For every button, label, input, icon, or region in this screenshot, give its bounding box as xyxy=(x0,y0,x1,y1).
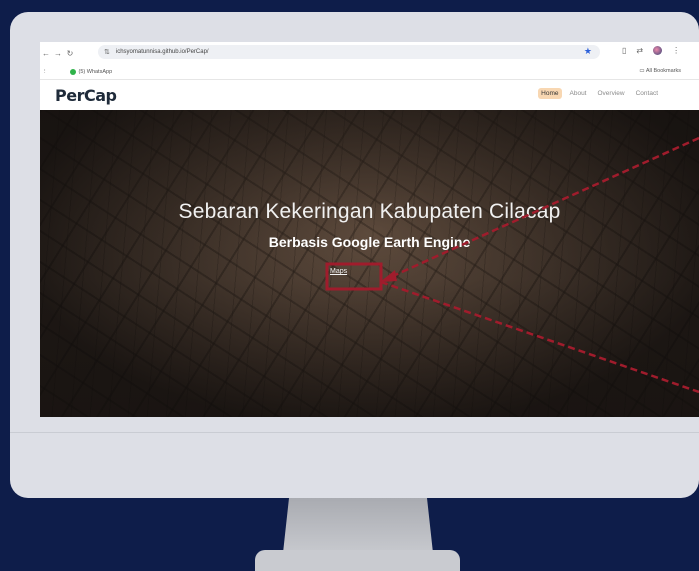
whatsapp-icon xyxy=(69,68,76,75)
browser-toolbar: ← → ↻ ⇅ ichsyomatunnisa.github.io/PerCap… xyxy=(40,42,699,64)
hero-subtitle: Berbasis Google Earth Engine xyxy=(268,234,471,250)
address-bar[interactable]: ⇅ ichsyomatunnisa.github.io/PerCap/ ★ xyxy=(98,45,600,59)
menu-kebab-icon[interactable]: ⋮ xyxy=(672,46,680,55)
forward-arrow-icon[interactable]: → xyxy=(52,49,64,58)
hero-banner: Sebaran Kekeringan Kabupaten Cilacap Ber… xyxy=(40,110,699,417)
monitor-stand xyxy=(283,498,433,553)
site-menu: Home About Overview Contact xyxy=(538,88,661,99)
folder-icon: ▭ xyxy=(639,68,645,74)
monitor-base xyxy=(255,550,460,571)
all-bookmarks-button[interactable]: ▭ All Bookmarks xyxy=(639,68,681,74)
hero-title: Sebaran Kekeringan Kabupaten Cilacap xyxy=(178,200,561,223)
site-navbar: PerCap Home About Overview Contact xyxy=(40,80,699,110)
nav-overview[interactable]: Overview xyxy=(595,88,628,99)
back-arrow-icon[interactable]: ← xyxy=(40,49,52,58)
site-logo[interactable]: PerCap xyxy=(55,86,117,105)
url-text: ichsyomatunnisa.github.io/PerCap/ xyxy=(115,49,209,55)
bookmark-star-icon[interactable]: ★ xyxy=(584,46,592,57)
browser-window: ← → ↻ ⇅ ichsyomatunnisa.github.io/PerCap… xyxy=(40,42,699,417)
extensions-icon[interactable]: ▯ xyxy=(622,46,626,55)
bezel-divider xyxy=(10,432,699,433)
maps-link[interactable]: Maps xyxy=(330,268,347,275)
nav-home[interactable]: Home xyxy=(538,88,562,99)
bookmark-whatsapp[interactable]: (5) WhatsApp xyxy=(79,69,113,75)
nav-contact[interactable]: Contact xyxy=(633,88,661,99)
monitor-frame: ← → ↻ ⇅ ichsyomatunnisa.github.io/PerCap… xyxy=(10,12,699,498)
toolbar-actions: ▯ ⇄ ⋮ xyxy=(622,46,680,55)
profile-avatar-icon[interactable] xyxy=(653,46,663,55)
bookmarks-bar: ⋮ (5) WhatsApp ▭ All Bookmarks xyxy=(40,64,699,80)
site-info-icon[interactable]: ⇅ xyxy=(104,48,110,56)
nav-about[interactable]: About xyxy=(567,88,590,99)
reload-icon[interactable]: ↻ xyxy=(64,49,76,58)
translate-icon[interactable]: ⇄ xyxy=(636,46,643,55)
bookmarks-divider-icon: ⋮ xyxy=(42,68,48,75)
